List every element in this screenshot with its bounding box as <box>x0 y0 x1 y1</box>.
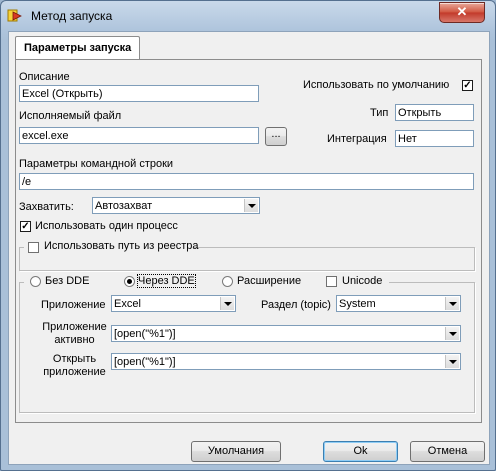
dde-topic-select[interactable]: System <box>336 295 461 312</box>
unicode-label: Unicode <box>342 275 383 287</box>
dde-app-active-label: Приложение активно <box>42 321 107 347</box>
radio-extension[interactable] <box>222 276 233 287</box>
radio-via-dde[interactable] <box>124 276 135 287</box>
close-icon: ✕ <box>456 4 468 19</box>
single-process-checkbox[interactable]: ✓ <box>20 221 31 232</box>
radio-via-dde-label: Через DDE <box>137 274 196 288</box>
browse-button[interactable]: ... <box>265 127 287 146</box>
window-title: Метод запуска <box>31 9 113 23</box>
registry-path-checkbox[interactable] <box>28 242 39 253</box>
dde-open-app-label: Открыть приложение <box>42 353 107 379</box>
app-icon <box>7 8 23 24</box>
ok-button[interactable]: Ok <box>323 441 398 462</box>
chevron-down-icon[interactable] <box>445 327 459 340</box>
executable-label: Исполняемый файл <box>19 110 122 122</box>
executable-field[interactable]: excel.exe <box>19 127 259 144</box>
chevron-down-icon[interactable] <box>445 355 459 368</box>
cmdline-label: Параметры командной строки <box>19 158 174 170</box>
chevron-down-icon[interactable] <box>220 297 234 310</box>
dde-app-active-label-line2: активно <box>54 334 95 346</box>
type-field[interactable]: Открыть <box>395 104 474 121</box>
cancel-button[interactable]: Отмена <box>410 441 485 462</box>
single-process-label: Использовать один процесс <box>35 220 178 232</box>
radio-no-dde[interactable] <box>30 276 41 287</box>
registry-path-legend: Использовать путь из реестра <box>24 240 199 254</box>
capture-value: Автозахват <box>95 200 153 212</box>
dde-app-active-value: [open("%1")] <box>114 328 176 340</box>
tab-panel: Описание Excel (Открыть) Использовать по… <box>15 59 482 423</box>
chevron-down-icon[interactable] <box>244 199 258 212</box>
capture-label: Захватить: <box>19 201 74 213</box>
dde-open-app-label-line2: приложение <box>43 366 106 378</box>
dialog-client-area: Параметры запуска Описание Excel (Открыт… <box>8 31 490 465</box>
defaults-button[interactable]: Умолчания <box>191 441 281 462</box>
integration-field[interactable]: Нет <box>395 130 474 147</box>
radio-no-dde-label: Без DDE <box>45 275 90 287</box>
dde-topic-label: Раздел (topic) <box>261 299 331 311</box>
dde-open-app-label-line1: Открыть <box>52 353 97 365</box>
description-label: Описание <box>19 71 70 83</box>
chevron-down-icon[interactable] <box>445 297 459 310</box>
radio-extension-label: Расширение <box>237 275 302 287</box>
dde-app-active-label-line1: Приложение <box>42 321 107 333</box>
close-button[interactable]: ✕ <box>439 2 485 23</box>
dde-topic-value: System <box>339 298 376 310</box>
integration-label: Интеграция <box>327 133 387 145</box>
use-default-label: Использовать по умолчанию <box>303 79 450 91</box>
capture-select[interactable]: Автозахват <box>92 197 260 214</box>
dde-application-select[interactable]: Excel <box>111 295 236 312</box>
type-label: Тип <box>370 107 389 119</box>
cmdline-field[interactable]: /e <box>19 173 474 190</box>
dde-app-active-select[interactable]: [open("%1")] <box>111 325 461 342</box>
description-field[interactable]: Excel (Открыть) <box>19 85 259 102</box>
dde-options: Без DDE Через DDE Расширение Unicode <box>24 274 389 290</box>
dde-open-app-value: [open("%1")] <box>114 356 176 368</box>
registry-path-label: Использовать путь из реестра <box>44 240 199 252</box>
title-bar[interactable]: Метод запуска ✕ <box>1 1 495 31</box>
dialog-window: Метод запуска ✕ Параметры запуска Описан… <box>0 0 496 471</box>
unicode-checkbox[interactable] <box>326 276 337 287</box>
tab-launch-params[interactable]: Параметры запуска <box>15 36 141 59</box>
dde-application-label: Приложение <box>41 299 106 311</box>
use-default-checkbox[interactable]: ✓ <box>462 80 473 91</box>
dde-open-app-select[interactable]: [open("%1")] <box>111 353 461 370</box>
dde-application-value: Excel <box>114 298 141 310</box>
